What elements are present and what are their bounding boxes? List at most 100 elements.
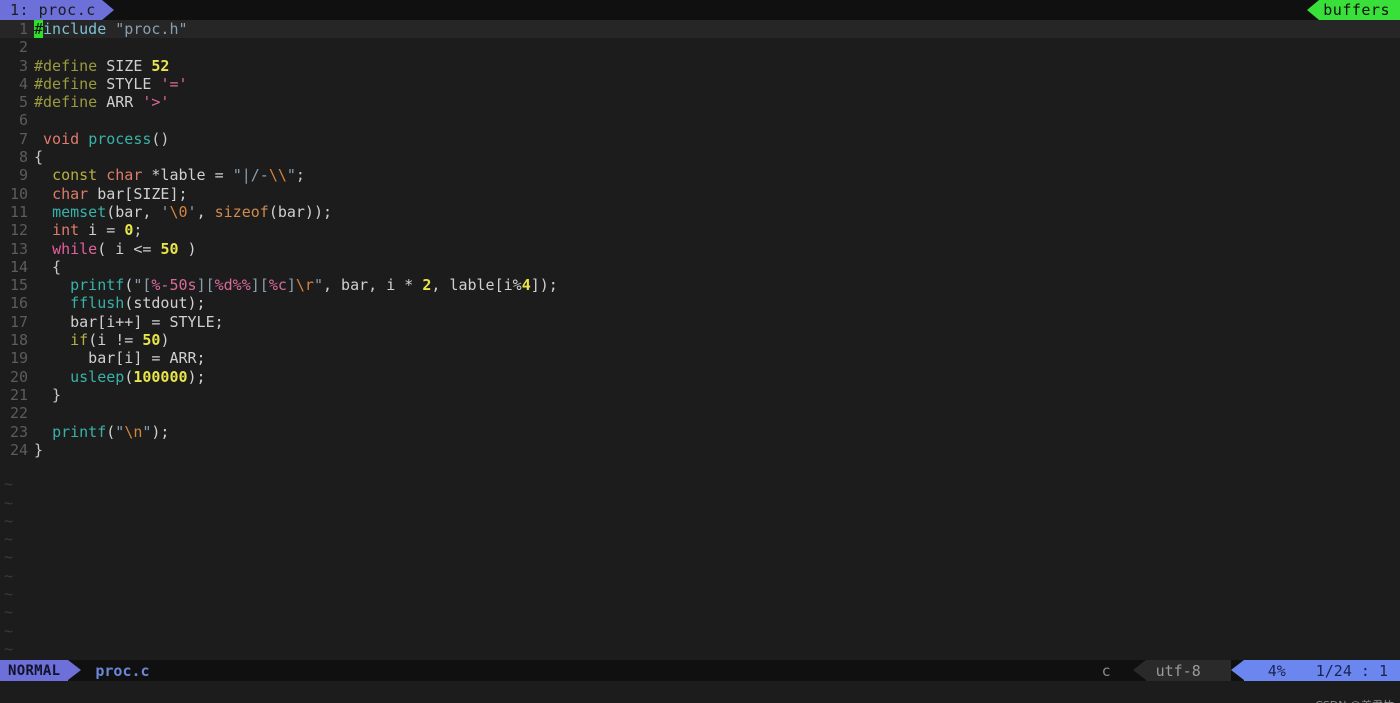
code-line[interactable]: 23 printf("\n"); — [0, 423, 1400, 441]
code-line[interactable]: 19 bar[i] = ARR; — [0, 349, 1400, 367]
line-number: 8 — [18, 148, 28, 167]
code-token: #define — [34, 74, 98, 93]
line-number: 21 — [9, 385, 28, 404]
empty-line-marker: ~ — [4, 621, 14, 640]
code-token: ARR — [97, 93, 143, 112]
code-token: process — [88, 129, 152, 148]
code-line[interactable]: 8{ — [0, 148, 1400, 166]
line-number: 24 — [9, 440, 28, 459]
code-token: #define — [34, 93, 98, 112]
line-text: void process() — [34, 130, 169, 148]
code-token: { — [34, 148, 44, 167]
code-token: } — [34, 440, 44, 459]
code-token: const — [52, 166, 98, 185]
code-line[interactable]: 16 fflush(stdout); — [0, 294, 1400, 312]
code-line[interactable]: 22 — [0, 404, 1400, 422]
line-number: 7 — [18, 129, 28, 148]
code-token: fflush — [70, 294, 125, 313]
position-separator-arrow-icon — [1230, 660, 1244, 680]
empty-line-marker: ~ — [4, 493, 14, 512]
code-line[interactable]: 7 void process() — [0, 130, 1400, 148]
code-token: " — [286, 166, 296, 185]
code-token: \r — [295, 276, 314, 295]
code-line[interactable]: 4 #define STYLE '=' — [0, 75, 1400, 93]
tab-proc-c[interactable]: 1: proc.c — [0, 0, 102, 20]
code-token: char — [52, 184, 89, 203]
position-indicator: 4% 1/24 : 1 — [1243, 660, 1400, 681]
code-line[interactable]: 21 } — [0, 386, 1400, 404]
code-line[interactable]: 6 — [0, 111, 1400, 129]
vim-editor-window: 1: proc.c buffers 1 #include "proc.h" 2 3 #d… — [0, 0, 1400, 703]
code-token: void — [43, 129, 80, 148]
code-line[interactable]: 13 while( i <= 50 ) — [0, 240, 1400, 258]
code-line[interactable]: 24} — [0, 441, 1400, 459]
mode-label: NORMAL — [8, 662, 61, 679]
line-text: const char *lable = "|/-\\"; — [34, 166, 305, 184]
code-line[interactable]: 17 bar[i++] = STYLE; — [0, 313, 1400, 331]
line-text: int i = 0; — [34, 221, 142, 239]
code-line[interactable]: 15 printf("[%-50s][%d%%][%c]\r", bar, i … — [0, 276, 1400, 294]
cursor-block: # — [34, 20, 44, 38]
line-number: 1 — [18, 20, 28, 38]
code-line[interactable]: 18 if(i != 50) — [0, 331, 1400, 349]
editor-buffer[interactable]: 1 #include "proc.h" 2 3 #define SIZE 52 4 #def… — [0, 20, 1400, 695]
line-number: 5 — [18, 93, 28, 112]
code-line[interactable]: 9 const char *lable = "|/-\\"; — [0, 166, 1400, 184]
empty-line-marker: ~ — [4, 511, 14, 530]
tabline: 1: proc.c buffers — [0, 0, 1400, 20]
empty-line-marker: ~ — [4, 603, 14, 622]
code-token: "|/- — [232, 166, 269, 185]
code-token: 50 — [142, 331, 161, 350]
code-token: printf — [70, 276, 125, 295]
code-line[interactable]: 1 #include "proc.h" — [0, 20, 1400, 39]
cursor-position: 1/24 : 1 — [1306, 662, 1400, 680]
code-token: bar[i++] = STYLE; — [34, 312, 224, 331]
tabline-left-group: 1: proc.c — [0, 0, 114, 20]
code-token: ' — [187, 202, 197, 221]
code-line[interactable]: 11 memset(bar, '\0', sizeof(bar)); — [0, 203, 1400, 221]
code-line[interactable]: 10 char bar[SIZE]; — [0, 185, 1400, 203]
line-text: { — [34, 258, 61, 276]
statusline-filename: proc.c — [81, 660, 159, 681]
code-token: ( — [106, 422, 116, 441]
code-token: (bar, — [106, 202, 161, 221]
code-line[interactable]: 3 #define SIZE 52 — [0, 57, 1400, 75]
code-token: , lable[i% — [431, 276, 522, 295]
line-number: 17 — [9, 312, 28, 331]
line-number: 23 — [9, 422, 28, 441]
empty-line-marker: ~ — [4, 566, 14, 585]
code-line[interactable]: 20 usleep(100000); — [0, 368, 1400, 386]
filename-label: proc.c — [95, 661, 150, 680]
code-token: "[ — [133, 276, 152, 295]
code-token: #define — [34, 56, 98, 75]
code-token: %d%% — [214, 276, 251, 295]
code-token: while — [52, 239, 98, 258]
tab-separator-arrow-icon — [101, 0, 114, 20]
code-line[interactable]: 5 #define ARR '>' — [0, 93, 1400, 111]
watermark: CSDN @姜君竹 — [1301, 684, 1394, 703]
code-token: usleep — [70, 367, 125, 386]
line-text: #define SIZE 52 — [34, 57, 169, 75]
code-line[interactable]: 14 { — [0, 258, 1400, 276]
code-token: ; — [295, 166, 305, 185]
code-token: , bar, i * — [323, 276, 423, 295]
empty-line-marker: ~ — [4, 530, 14, 549]
line-text: fflush(stdout); — [34, 294, 205, 313]
line-number: 12 — [9, 221, 28, 240]
buffers-indicator[interactable]: buffers — [1319, 0, 1400, 20]
code-line[interactable]: 2 — [0, 38, 1400, 56]
code-line[interactable]: 12 int i = 0; — [0, 221, 1400, 239]
command-line-message[interactable]: LanguageClient project root: /home/junzh… — [0, 681, 1400, 703]
code-token: sizeof — [214, 202, 269, 221]
code-token: ); — [151, 422, 170, 441]
